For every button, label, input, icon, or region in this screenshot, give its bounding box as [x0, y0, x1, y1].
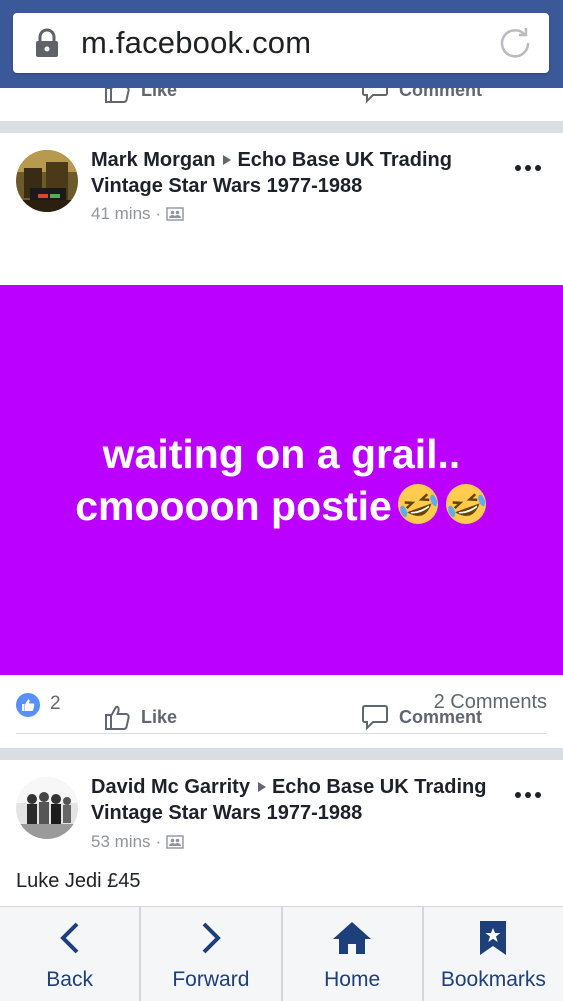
- post-text-line1: waiting on a grail..: [102, 431, 461, 477]
- thumbs-up-icon: [105, 705, 130, 730]
- chevron-right-icon: [191, 921, 231, 955]
- home-icon: [332, 921, 372, 955]
- bookmarks-label: Bookmarks: [440, 968, 546, 991]
- post-meta: 53 mins ·: [91, 832, 184, 852]
- url-text[interactable]: m.facebook.com: [81, 25, 311, 61]
- post-time[interactable]: 53 mins: [91, 832, 151, 852]
- avatar-image: [16, 777, 78, 839]
- rofl-emoji-icon: [445, 484, 486, 524]
- previous-like-button[interactable]: Like: [103, 88, 177, 104]
- rofl-emoji-icon: [397, 484, 438, 524]
- comment-icon: [362, 88, 388, 104]
- browser-bottom-nav: Back Forward Home Bookmarks: [0, 906, 563, 1001]
- previous-post-actions: Like Comment: [0, 88, 563, 121]
- meta-dot: ·: [155, 832, 162, 851]
- group-name[interactable]: Echo Base UK Trading: [237, 149, 452, 171]
- previous-comment-label: Comment: [399, 88, 483, 100]
- forward-button[interactable]: Forward: [141, 907, 283, 1001]
- post-text: waiting on a grail.. cmoooon postie: [45, 428, 518, 532]
- caret-right-icon: [223, 154, 232, 165]
- thumbs-up-icon: [105, 88, 130, 103]
- author-name[interactable]: David Mc Garrity: [91, 776, 250, 798]
- feed-post: David Mc Garrity Echo Base UK Trading Vin…: [0, 760, 563, 906]
- like-label: Like: [141, 706, 178, 727]
- post-background-text[interactable]: waiting on a grail.. cmoooon postie: [0, 285, 563, 675]
- feed-separator: [0, 748, 563, 760]
- lock-icon: [36, 28, 58, 57]
- group-name-line2[interactable]: Vintage Star Wars 1977-1988: [91, 175, 362, 197]
- like-button[interactable]: Like: [103, 703, 177, 731]
- post-text-line2: cmoooon postie: [75, 483, 392, 529]
- meta-dot: ·: [155, 204, 162, 223]
- post-meta: 41 mins ·: [91, 204, 184, 224]
- group-name-line2[interactable]: Vintage Star Wars 1977-1988: [91, 802, 362, 824]
- group-audience-icon: [166, 835, 184, 849]
- thumbs-up-icon: [22, 699, 35, 711]
- home-label: Home: [324, 968, 381, 991]
- comment-label: Comment: [399, 706, 483, 727]
- author-name[interactable]: Mark Morgan: [91, 149, 215, 171]
- avatar[interactable]: [16, 777, 78, 839]
- bookmark-icon: [473, 921, 513, 955]
- back-label: Back: [46, 968, 93, 991]
- group-audience-icon: [166, 207, 184, 221]
- browser-toolbar: m.facebook.com: [0, 0, 563, 88]
- feed-separator: [0, 121, 563, 133]
- previous-like-label: Like: [141, 88, 178, 100]
- divider: [16, 733, 547, 734]
- home-button[interactable]: Home: [283, 907, 424, 1001]
- address-bar[interactable]: m.facebook.com: [13, 13, 549, 73]
- previous-comment-button[interactable]: Comment: [361, 88, 482, 104]
- feed-post: Mark Morgan Echo Base UK Trading Vintage …: [0, 133, 563, 748]
- bookmarks-button[interactable]: Bookmarks: [424, 907, 563, 1001]
- comment-icon: [362, 705, 388, 731]
- reload-icon[interactable]: [498, 26, 532, 60]
- forward-label: Forward: [172, 968, 250, 991]
- more-options-icon[interactable]: [512, 785, 544, 805]
- news-feed: Like Comment Mark Morgan Echo Base UK Tr…: [0, 88, 563, 906]
- like-reaction-icon[interactable]: [16, 693, 40, 717]
- caret-right-icon: [257, 781, 266, 792]
- post-body-text: Luke Jedi £45: [16, 870, 141, 892]
- group-name[interactable]: Echo Base UK Trading: [272, 776, 487, 798]
- post-time[interactable]: 41 mins: [91, 204, 151, 224]
- avatar[interactable]: [16, 150, 78, 212]
- avatar-image: [16, 150, 78, 212]
- more-options-icon[interactable]: [512, 158, 544, 178]
- like-count[interactable]: 2: [50, 693, 61, 715]
- chevron-left-icon: [50, 921, 90, 955]
- post-header: David Mc Garrity Echo Base UK Trading Vin…: [91, 774, 491, 826]
- back-button[interactable]: Back: [0, 907, 142, 1001]
- comment-button[interactable]: Comment: [361, 703, 482, 731]
- post-header: Mark Morgan Echo Base UK Trading Vintage …: [91, 147, 491, 199]
